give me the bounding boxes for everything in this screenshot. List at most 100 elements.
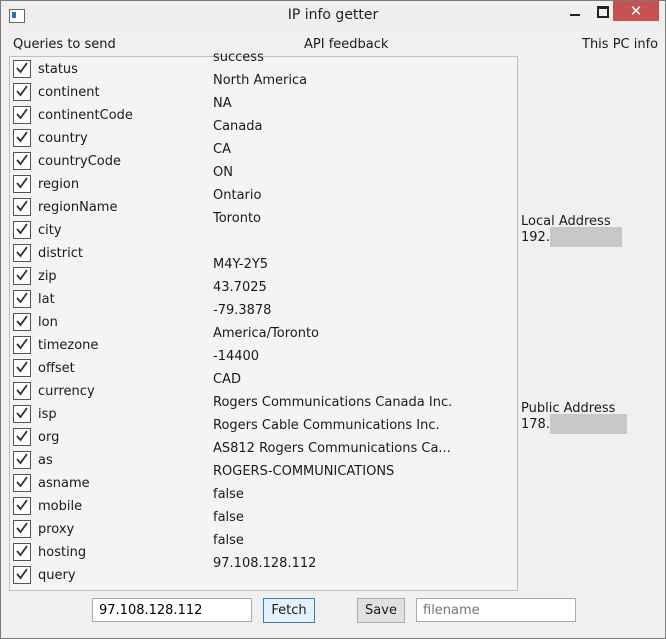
check-icon: [16, 62, 28, 74]
redacted-block: [549, 414, 627, 434]
check-icon: [16, 476, 28, 488]
query-row: asname: [10, 472, 210, 495]
query-checkbox[interactable]: [13, 428, 31, 446]
query-checkbox[interactable]: [13, 405, 31, 423]
title-bar[interactable]: IP info getter ✕: [1, 1, 665, 31]
query-label: region: [38, 177, 80, 192]
minimize-button[interactable]: [561, 1, 589, 23]
query-row: country: [10, 127, 210, 150]
query-checkbox[interactable]: [13, 566, 31, 584]
query-label: hosting: [38, 545, 87, 560]
query-checkbox[interactable]: [13, 382, 31, 400]
check-icon: [16, 85, 28, 97]
check-icon: [16, 545, 28, 557]
query-row: isp: [10, 403, 210, 426]
query-row: timezone: [10, 334, 210, 357]
check-icon: [16, 453, 28, 465]
query-checkbox[interactable]: [13, 497, 31, 515]
feedback-value: North America: [213, 73, 308, 88]
feedback-value: false: [213, 510, 244, 525]
feedback-value: CAD: [213, 372, 241, 387]
check-icon: [16, 223, 28, 235]
query-label: continentCode: [38, 108, 133, 123]
query-checkbox[interactable]: [13, 60, 31, 78]
app-window: IP info getter ✕ Queries to send API fee…: [0, 0, 666, 639]
query-checkbox[interactable]: [13, 244, 31, 262]
feedback-value: Rogers Cable Communications Inc.: [213, 418, 440, 433]
query-row: region: [10, 173, 210, 196]
query-label: query: [38, 568, 76, 583]
query-label: as: [38, 453, 53, 468]
query-label: timezone: [38, 338, 99, 353]
query-row: offset: [10, 357, 210, 380]
query-label: asname: [38, 476, 90, 491]
query-checkbox[interactable]: [13, 198, 31, 216]
local-address-value: 192.: [521, 227, 622, 247]
query-checkbox[interactable]: [13, 106, 31, 124]
query-checkbox[interactable]: [13, 221, 31, 239]
save-button[interactable]: Save: [357, 598, 405, 623]
local-address-text: 192.: [521, 230, 550, 245]
query-checkbox[interactable]: [13, 313, 31, 331]
feedback-value: Rogers Communications Canada Inc.: [213, 395, 453, 410]
query-row: district: [10, 242, 210, 265]
public-address-value: 178.: [521, 414, 627, 434]
public-address-text: 178.: [521, 417, 550, 432]
query-row: mobile: [10, 495, 210, 518]
ip-input[interactable]: [92, 598, 252, 622]
feedback-list: success North America NA Canada CA ON Ontario T…: [209, 50, 518, 591]
check-icon: [16, 154, 28, 166]
feedback-value: 43.7025: [213, 280, 267, 295]
check-icon: [16, 568, 28, 580]
filename-input[interactable]: [416, 598, 576, 622]
query-label: lon: [38, 315, 58, 330]
query-label: offset: [38, 361, 75, 376]
query-row: as: [10, 449, 210, 472]
query-label: country: [38, 131, 88, 146]
feedback-value: false: [213, 487, 244, 502]
check-icon: [16, 292, 28, 304]
query-row: query: [10, 564, 210, 587]
query-label: countryCode: [38, 154, 121, 169]
check-icon: [16, 338, 28, 350]
query-label: mobile: [38, 499, 83, 514]
check-icon: [16, 108, 28, 120]
pc-info-header: This PC info: [582, 37, 659, 52]
query-checkbox[interactable]: [13, 152, 31, 170]
query-row: continent: [10, 81, 210, 104]
check-icon: [16, 499, 28, 511]
fetch-button[interactable]: Fetch: [263, 598, 315, 623]
query-row: hosting: [10, 541, 210, 564]
query-label: district: [38, 246, 83, 261]
feedback-value: -79.3878: [213, 303, 272, 318]
query-label: org: [38, 430, 60, 445]
query-row: proxy: [10, 518, 210, 541]
check-icon: [16, 269, 28, 281]
query-checkbox[interactable]: [13, 336, 31, 354]
query-label: zip: [38, 269, 57, 284]
close-button[interactable]: ✕: [613, 1, 659, 21]
query-checkbox[interactable]: [13, 451, 31, 469]
query-row: zip: [10, 265, 210, 288]
query-label: proxy: [38, 522, 75, 537]
query-checkbox[interactable]: [13, 175, 31, 193]
queries-header: Queries to send: [13, 37, 116, 52]
query-label: city: [38, 223, 62, 238]
query-checkbox[interactable]: [13, 267, 31, 285]
feedback-value: AS812 Rogers Communications Ca...: [213, 441, 451, 456]
check-icon: [16, 200, 28, 212]
check-icon: [16, 384, 28, 396]
feedback-value: CA: [213, 142, 231, 157]
check-icon: [16, 522, 28, 534]
query-checkbox[interactable]: [13, 543, 31, 561]
query-checkbox[interactable]: [13, 520, 31, 538]
feedback-value: false: [213, 533, 244, 548]
query-checkbox[interactable]: [13, 474, 31, 492]
query-checkbox[interactable]: [13, 129, 31, 147]
query-checkbox[interactable]: [13, 290, 31, 308]
query-row: lon: [10, 311, 210, 334]
query-checkbox[interactable]: [13, 83, 31, 101]
query-checkbox[interactable]: [13, 359, 31, 377]
query-label: status: [38, 62, 78, 77]
feedback-value: ON: [213, 165, 233, 180]
